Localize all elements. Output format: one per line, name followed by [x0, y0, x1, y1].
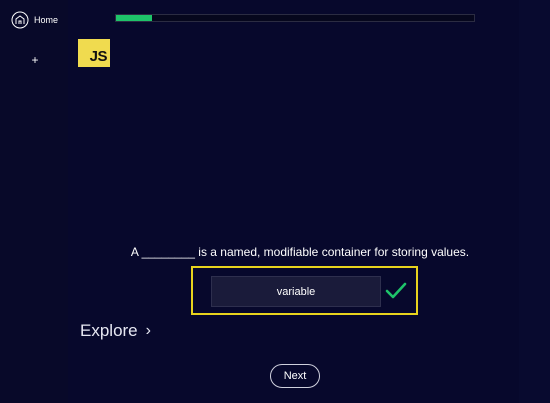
home-icon: [11, 11, 29, 29]
home-link[interactable]: Home: [11, 11, 58, 29]
next-button[interactable]: Next: [270, 364, 320, 388]
app-window: Home + JS A ________ is a named, modifia…: [0, 0, 550, 403]
question-text: A ________ is a named, modifiable contai…: [130, 245, 470, 259]
explore-label: Explore: [80, 321, 138, 340]
explore-link[interactable]: Explore ›: [80, 321, 151, 341]
progress-bar-fill: [116, 15, 152, 21]
answer-field[interactable]: variable: [211, 276, 381, 307]
add-button[interactable]: +: [28, 53, 42, 67]
home-label: Home: [34, 15, 59, 25]
check-icon: [385, 281, 407, 301]
javascript-logo: JS: [78, 39, 110, 67]
right-panel: [519, 0, 550, 403]
progress-bar: [115, 14, 475, 22]
chevron-right-icon: ›: [145, 322, 151, 339]
answer-highlight: variable: [191, 266, 418, 315]
sidebar: Home +: [0, 0, 68, 403]
javascript-logo-text: JS: [89, 48, 108, 65]
